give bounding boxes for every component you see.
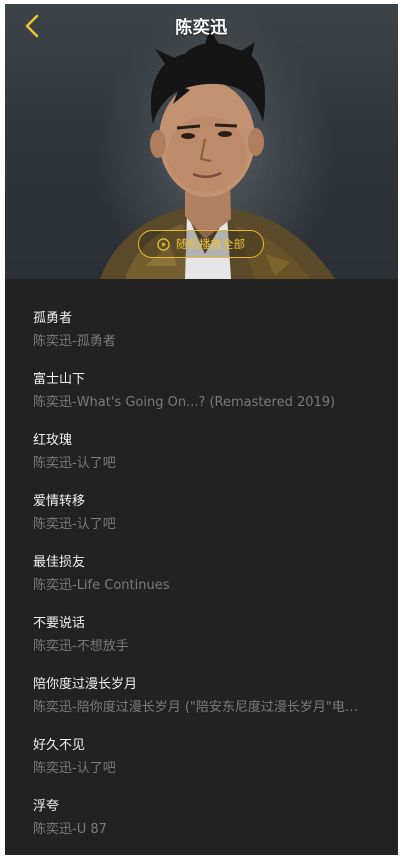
song-item[interactable]: 红玫瑰 陈奕迅-认了吧 [33,433,373,472]
song-item[interactable]: 好久不见 陈奕迅-认了吧 [33,738,373,777]
song-subtitle: 陈奕迅-孤勇者 [33,334,116,349]
song-title: 红玫瑰 [33,433,73,448]
song-item[interactable]: 最佳损友 陈奕迅-Life Continues [33,555,373,594]
shuffle-play-all-button[interactable]: 随机播放全部 [138,230,264,258]
song-title: 孤勇者 [33,311,73,326]
play-circle-icon [157,237,170,251]
song-title: 陪你度过漫长岁月 [33,677,138,692]
page-title: 陈奕迅 [175,18,228,38]
song-item[interactable]: 爱情转移 陈奕迅-认了吧 [33,494,373,533]
song-subtitle: 陈奕迅-认了吧 [33,761,116,776]
song-item[interactable]: 孤勇者 陈奕迅-孤勇者 [33,311,373,350]
artist-hero: 陈奕迅 随机播放全部 [5,4,398,279]
song-title: 浮夸 [33,799,60,814]
song-item[interactable]: 浮夸 陈奕迅-U 87 [33,799,373,838]
song-title: 最佳损友 [33,555,86,570]
song-subtitle: 陈奕迅-认了吧 [33,517,116,532]
song-subtitle: 陈奕迅-U 87 [33,822,107,837]
song-subtitle: 陈奕迅-不想放手 [33,639,129,654]
shuffle-play-all-label: 随机播放全部 [176,237,245,251]
song-title: 爱情转移 [33,494,86,509]
song-subtitle: 陈奕迅-陪你度过漫长岁月 ("陪安东尼度过漫长岁月"电影主题曲) [33,700,363,715]
song-item[interactable]: 不要说话 陈奕迅-不想放手 [33,616,373,655]
song-title: 富士山下 [33,372,86,387]
song-title: 不要说话 [33,616,86,631]
song-subtitle: 陈奕迅-What's Going On...? (Remastered 2019… [33,395,336,410]
song-subtitle: 陈奕迅-Life Continues [33,578,170,593]
song-item[interactable]: 陪你度过漫长岁月 陈奕迅-陪你度过漫长岁月 ("陪安东尼度过漫长岁月"电影主题曲… [33,677,373,716]
song-subtitle: 陈奕迅-认了吧 [33,456,116,471]
app-frame: 陈奕迅 随机播放全部 孤勇者 陈奕迅-孤勇者 富士山下 陈奕迅-What's G… [5,4,398,855]
song-title: 好久不见 [33,738,86,753]
song-item[interactable]: 富士山下 陈奕迅-What's Going On...? (Remastered… [33,372,373,411]
